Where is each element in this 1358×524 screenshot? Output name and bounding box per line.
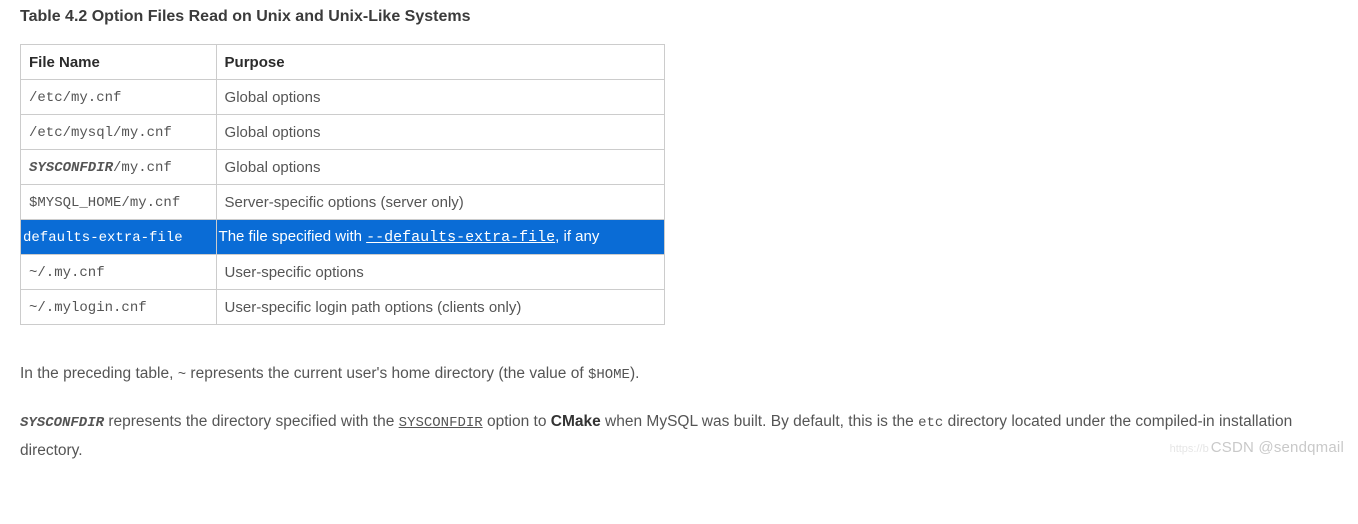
sysconfdir-link[interactable]: SYSCONFDIR [399, 415, 483, 431]
text: In the preceding table, [20, 365, 178, 382]
purpose-cell: Global options [216, 150, 664, 185]
file-name-cell: /etc/my.cnf [21, 80, 217, 115]
table-row: ~/.my.cnf User-specific options [21, 255, 665, 290]
header-purpose: Purpose [216, 45, 664, 80]
file-path: $MYSQL_HOME/my.cnf [29, 195, 180, 211]
file-name-cell: SYSCONFDIR/my.cnf [21, 150, 217, 185]
file-path: /etc/my.cnf [29, 90, 121, 106]
table-header-row: File Name Purpose [21, 45, 665, 80]
purpose-text-a: The file specified with [219, 228, 367, 245]
purpose-cell: The file specified with --defaults-extra… [216, 220, 664, 255]
file-name-cell: ~/.my.cnf [21, 255, 217, 290]
file-path: defaults-extra-file [23, 230, 183, 246]
purpose-text-b: , if any [555, 228, 599, 245]
etc-code: etc [918, 415, 943, 431]
table-row: $MYSQL_HOME/my.cnf Server-specific optio… [21, 185, 665, 220]
text: option to [483, 413, 551, 430]
purpose-cell: User-specific login path options (client… [216, 290, 664, 325]
file-name-cell: ~/.mylogin.cnf [21, 290, 217, 325]
file-var: SYSCONFDIR [29, 160, 113, 176]
file-name-cell: /etc/mysql/my.cnf [21, 115, 217, 150]
purpose-cell: Global options [216, 115, 664, 150]
text: represents the current user's home direc… [186, 365, 588, 382]
text: represents the directory specified with … [104, 413, 399, 430]
defaults-extra-file-link[interactable]: --defaults-extra-file [366, 229, 555, 246]
tilde-code: ~ [178, 367, 186, 383]
purpose-cell: Server-specific options (server only) [216, 185, 664, 220]
purpose-cell: User-specific options [216, 255, 664, 290]
file-path: ~/.my.cnf [29, 265, 105, 281]
table-row: SYSCONFDIR/my.cnf Global options [21, 150, 665, 185]
table-title: Table 4.2 Option Files Read on Unix and … [20, 8, 1338, 26]
cmake-bold: CMake [551, 413, 601, 430]
purpose-cell: Global options [216, 80, 664, 115]
text: ). [630, 365, 639, 382]
paragraph-home-dir: In the preceding table, ~ represents the… [20, 359, 1338, 389]
header-file-name: File Name [21, 45, 217, 80]
table-row: ~/.mylogin.cnf User-specific login path … [21, 290, 665, 325]
file-path: /etc/mysql/my.cnf [29, 125, 172, 141]
file-path: ~/.mylogin.cnf [29, 300, 147, 316]
text: when MySQL was built. By default, this i… [601, 413, 918, 430]
table-row-selected: defaults-extra-file The file specified w… [21, 220, 665, 255]
table-row: /etc/my.cnf Global options [21, 80, 665, 115]
file-path: /my.cnf [113, 160, 172, 176]
table-row: /etc/mysql/my.cnf Global options [21, 115, 665, 150]
home-code: $HOME [588, 367, 630, 383]
option-files-table: File Name Purpose /etc/my.cnf Global opt… [20, 44, 665, 325]
file-name-cell: defaults-extra-file [21, 220, 217, 255]
sysconfdir-italic: SYSCONFDIR [20, 415, 104, 431]
paragraph-sysconfdir: SYSCONFDIR represents the directory spec… [20, 407, 1338, 466]
file-name-cell: $MYSQL_HOME/my.cnf [21, 185, 217, 220]
